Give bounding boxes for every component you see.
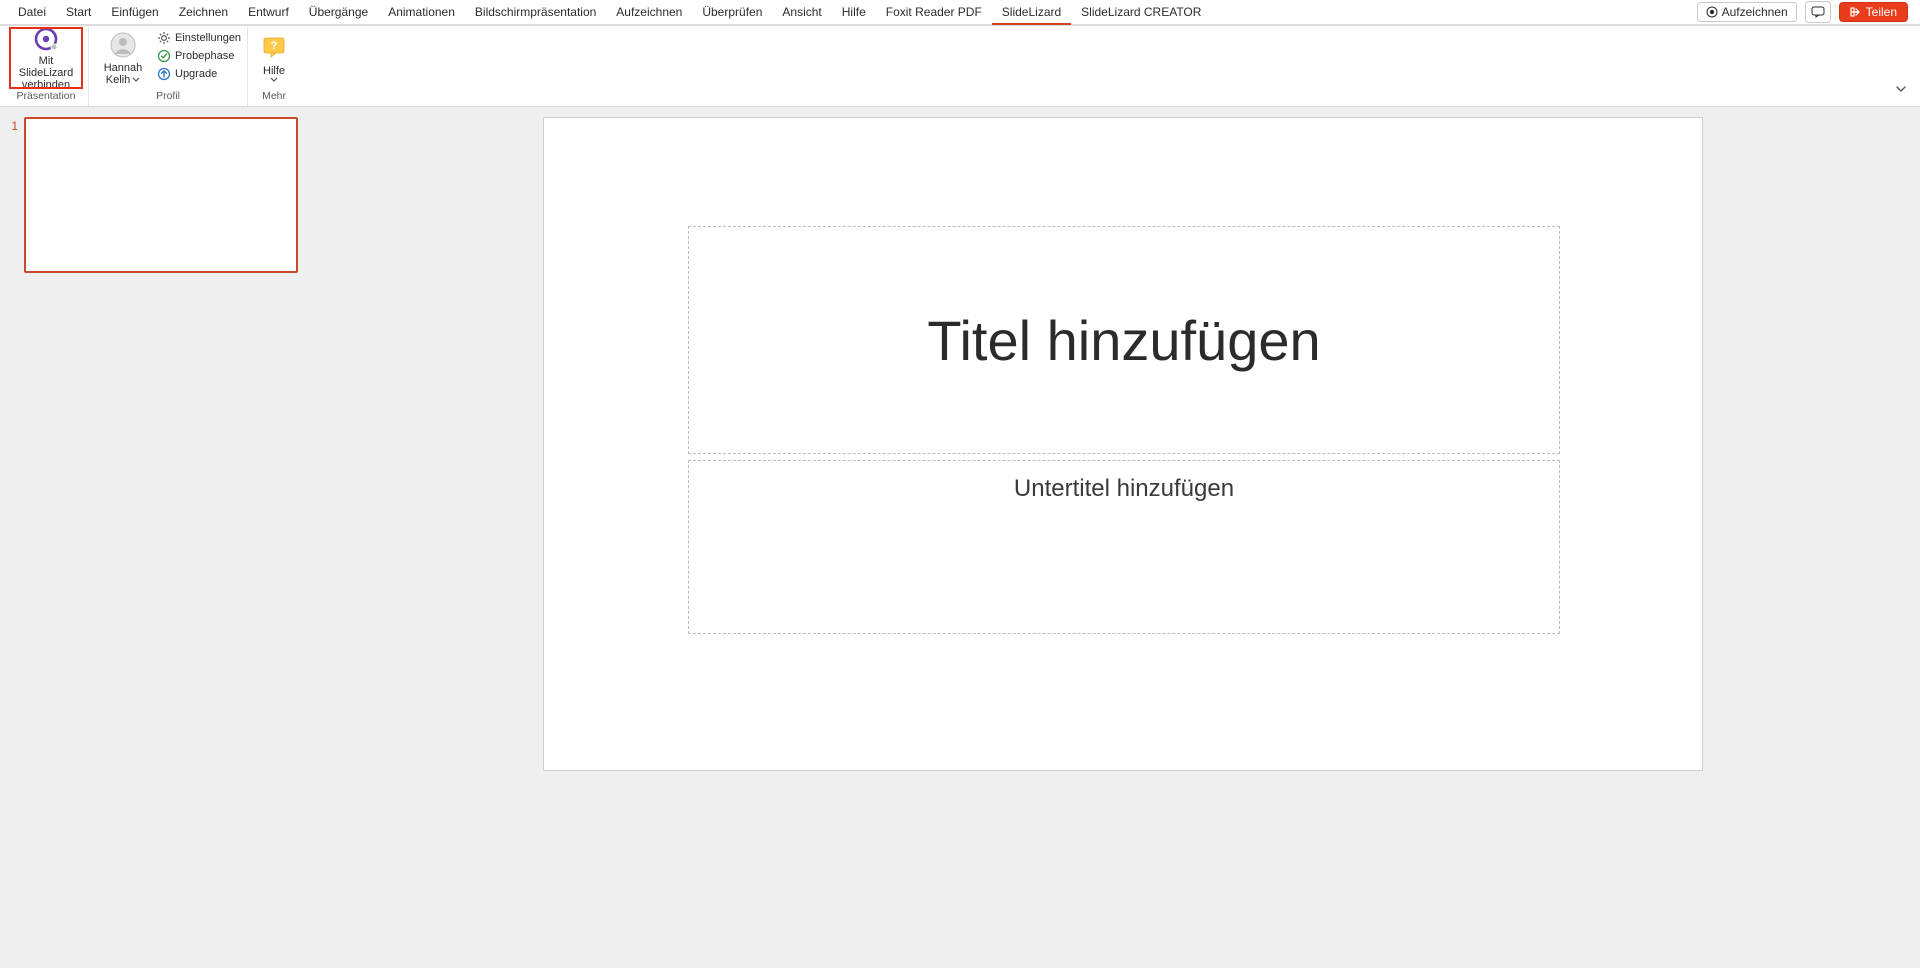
menu-bar: Datei Start Einfügen Zeichnen Entwurf Üb… [0, 0, 1920, 25]
tab-ansicht[interactable]: Ansicht [772, 0, 831, 25]
record-icon [1706, 6, 1718, 18]
chevron-down-icon [1894, 83, 1908, 95]
share-label: Teilen [1866, 5, 1897, 19]
tab-slidelizard[interactable]: SlideLizard [992, 0, 1071, 25]
ribbon-group-profile-label: Profil [95, 90, 241, 104]
record-button[interactable]: Aufzeichnen [1697, 2, 1797, 22]
chevron-down-icon [270, 77, 278, 83]
main-area: 1 Titel hinzufügen Untertitel hinzufügen [0, 107, 1920, 968]
connect-label-l1: Mit SlideLizard [10, 55, 82, 79]
settings-button[interactable]: Einstellungen [157, 30, 241, 46]
gear-icon [157, 31, 171, 45]
ribbon-group-more: ? Hilfe Mehr [248, 26, 300, 106]
thumbnail-number: 1 [8, 117, 18, 133]
user-name-l1: Hannah [104, 62, 143, 74]
ribbon-group-presentation-label: Präsentation [10, 90, 82, 104]
tab-uebergaenge[interactable]: Übergänge [299, 0, 378, 25]
slide-thumbnail-rail: 1 [0, 107, 326, 968]
user-avatar-icon [107, 30, 139, 60]
share-icon [1850, 6, 1862, 18]
upgrade-label: Upgrade [175, 66, 217, 82]
chevron-down-icon [132, 77, 140, 83]
help-label: Hilfe [263, 65, 285, 77]
tab-foxit[interactable]: Foxit Reader PDF [876, 0, 992, 25]
comment-icon [1811, 6, 1825, 18]
ribbon-group-profile: Hannah Kelih Einstellungen Probephase U [89, 26, 248, 106]
slide[interactable]: Titel hinzufügen Untertitel hinzufügen [543, 117, 1703, 771]
title-placeholder-text: Titel hinzufügen [927, 308, 1320, 373]
tab-zeichnen[interactable]: Zeichnen [169, 0, 238, 25]
comments-button[interactable] [1805, 1, 1831, 23]
user-name-l2: Kelih [106, 74, 130, 86]
tab-einfuegen[interactable]: Einfügen [101, 0, 168, 25]
settings-label: Einstellungen [175, 30, 241, 46]
tab-aufzeichnen[interactable]: Aufzeichnen [606, 0, 692, 25]
check-circle-icon [157, 49, 171, 63]
slide-canvas-area: Titel hinzufügen Untertitel hinzufügen [326, 107, 1920, 968]
connect-slidelizard-button[interactable]: Mit SlideLizard verbinden [10, 28, 82, 88]
upgrade-arrow-icon [157, 67, 171, 81]
tab-hilfe[interactable]: Hilfe [832, 0, 876, 25]
svg-text:?: ? [271, 40, 278, 52]
slidelizard-logo-icon [30, 25, 62, 53]
tab-datei[interactable]: Datei [8, 0, 56, 25]
ribbon-group-more-label: Mehr [254, 90, 294, 104]
help-bubble-icon: ? [258, 33, 290, 63]
tab-bildschirmpraesentation[interactable]: Bildschirmpräsentation [465, 0, 606, 25]
record-label: Aufzeichnen [1722, 5, 1788, 19]
collapse-ribbon-button[interactable] [1894, 82, 1908, 100]
tab-slidelizard-creator[interactable]: SlideLizard CREATOR [1071, 0, 1211, 25]
share-button[interactable]: Teilen [1839, 2, 1908, 22]
rehearsal-label: Probephase [175, 48, 234, 64]
subtitle-placeholder[interactable]: Untertitel hinzufügen [688, 460, 1560, 634]
help-button[interactable]: ? Hilfe [254, 28, 294, 88]
tab-ueberpruefen[interactable]: Überprüfen [692, 0, 772, 25]
rehearsal-button[interactable]: Probephase [157, 48, 241, 64]
tab-start[interactable]: Start [56, 0, 101, 25]
slide-thumbnail[interactable] [24, 117, 298, 273]
ribbon-group-presentation: Mit SlideLizard verbinden Präsentation [4, 26, 89, 106]
ribbon: Mit SlideLizard verbinden Präsentation H… [0, 25, 1920, 107]
upgrade-button[interactable]: Upgrade [157, 66, 241, 82]
subtitle-placeholder-text: Untertitel hinzufügen [1014, 475, 1234, 503]
profile-options: Einstellungen Probephase Upgrade [157, 28, 241, 82]
title-placeholder[interactable]: Titel hinzufügen [688, 226, 1560, 454]
user-profile-button[interactable]: Hannah Kelih [95, 28, 151, 88]
tab-animationen[interactable]: Animationen [378, 0, 465, 25]
thumbnail-row: 1 [8, 117, 318, 273]
title-bar-actions: Aufzeichnen Teilen [1697, 1, 1912, 23]
tab-entwurf[interactable]: Entwurf [238, 0, 299, 25]
